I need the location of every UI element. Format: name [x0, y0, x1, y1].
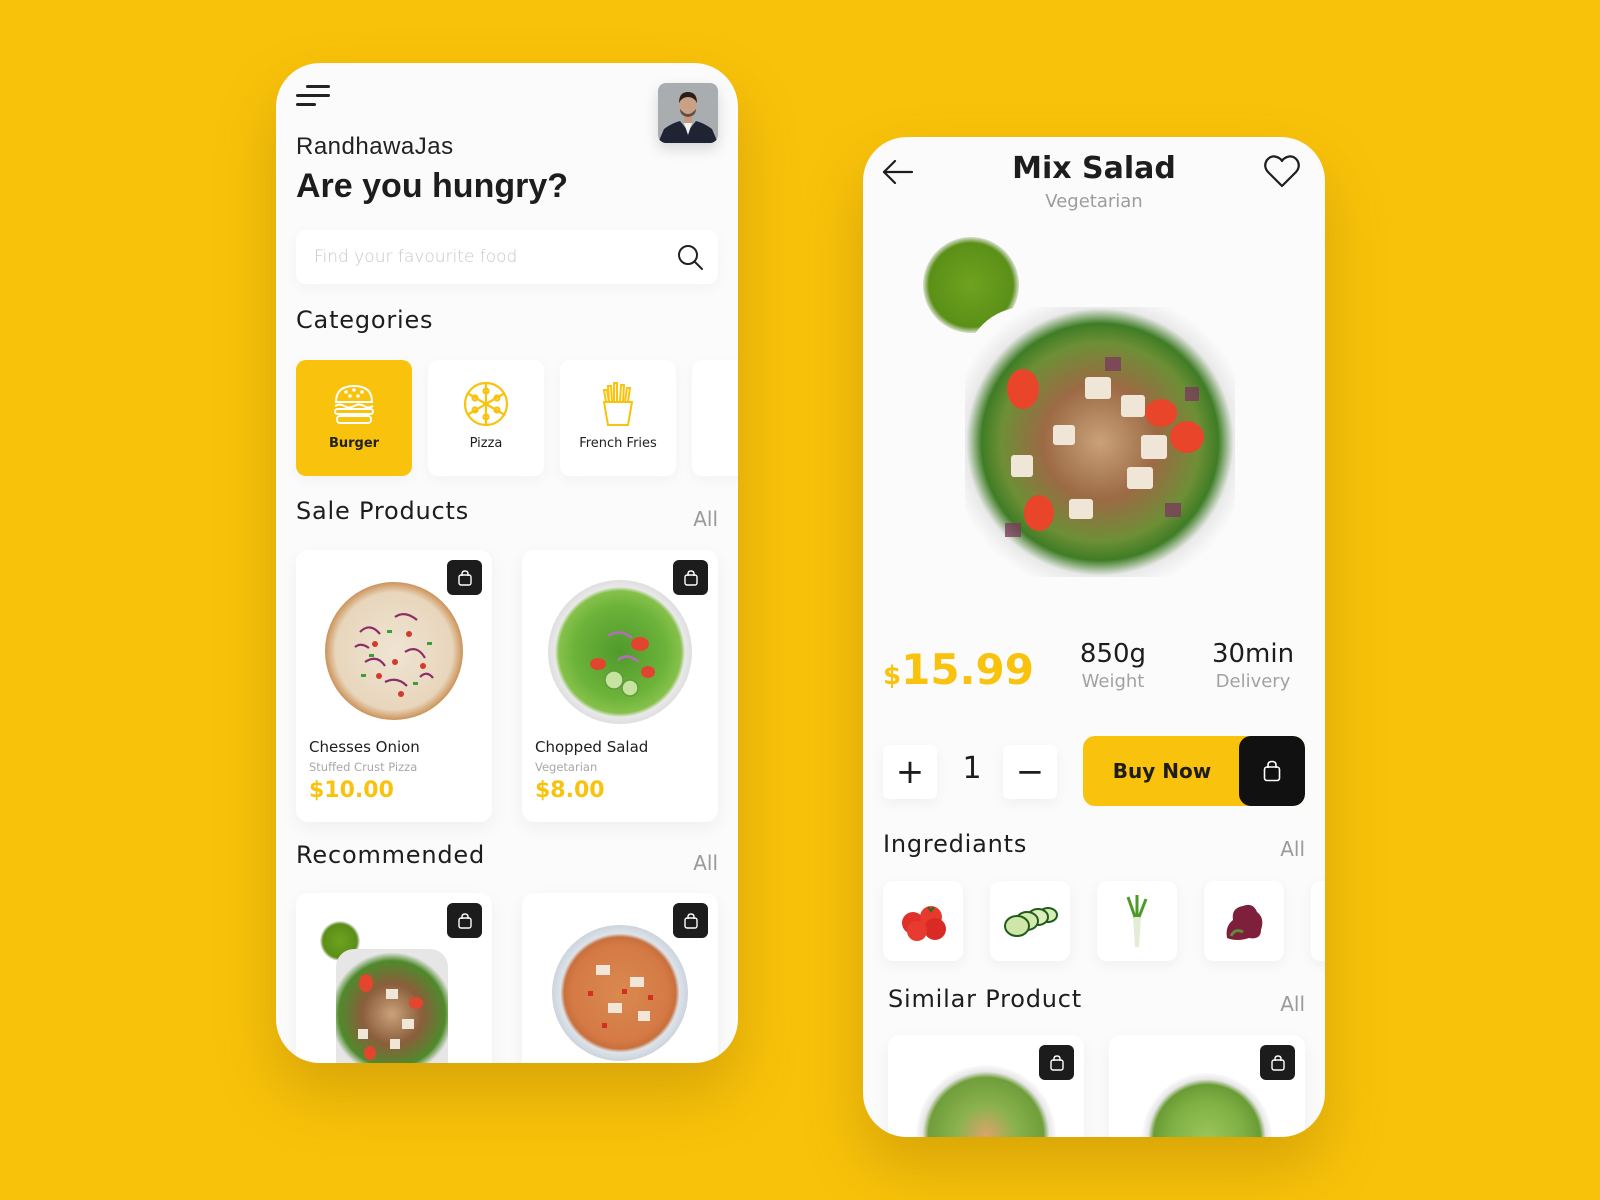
product-name: Chesses Onion: [309, 738, 420, 756]
delivery-label: Delivery: [1215, 671, 1291, 692]
caesar-salad-chicken-image: [916, 1065, 1056, 1137]
shopping-bag-icon: [1263, 760, 1281, 782]
heart-icon[interactable]: [1263, 153, 1301, 189]
product-detail-screen: Mix Salad Vegetarian $15.99 850g Weight …: [863, 137, 1325, 1137]
ingredients-list: [883, 881, 1325, 961]
ingredient-more[interactable]: [1311, 881, 1325, 961]
category-label: Burger: [328, 436, 380, 451]
weight-value: 850g: [1079, 639, 1147, 669]
categories-title: Categories: [296, 306, 434, 334]
shopping-bag-icon: [1049, 1054, 1064, 1071]
search-bar: [296, 230, 718, 284]
ingredient-tomato[interactable]: [883, 881, 963, 961]
weight-stat: 850g Weight: [1073, 639, 1153, 692]
category-label: French Fries: [579, 436, 657, 451]
shopping-bag-icon: [457, 912, 472, 929]
add-to-cart-button[interactable]: [1260, 1045, 1295, 1080]
salad-icon: [726, 380, 738, 428]
mix-salad-image: [336, 949, 448, 1063]
category-pizza[interactable]: Pizza: [428, 360, 544, 476]
add-to-cart-button[interactable]: [673, 560, 708, 595]
noodle-plate-image: [552, 925, 688, 1061]
product-hero-image: [923, 237, 1243, 577]
weight-label: Weight: [1081, 671, 1145, 692]
product-price: $15.99: [883, 645, 1034, 694]
recommended-card[interactable]: [296, 893, 492, 1063]
add-to-cart-button[interactable]: [1239, 736, 1305, 806]
product-card[interactable]: Chesses Onion Stuffed Crust Pizza $10.00: [296, 550, 492, 822]
price-currency: $: [883, 661, 902, 691]
search-input[interactable]: [314, 230, 654, 284]
burger-icon: [334, 384, 374, 424]
avatar[interactable]: [658, 83, 718, 143]
recommended-all-link[interactable]: All: [693, 851, 718, 875]
mix-salad-bowl-image: [965, 307, 1235, 577]
category-salad[interactable]: S: [692, 360, 738, 476]
product-card[interactable]: Chopped Salad Vegetarian $8.00: [522, 550, 718, 822]
add-to-cart-button[interactable]: [1039, 1045, 1074, 1080]
shopping-bag-icon: [683, 912, 698, 929]
delivery-value: 30min: [1211, 639, 1295, 669]
price-amount: 15.99: [901, 645, 1034, 694]
recommended-card[interactable]: [522, 893, 718, 1063]
delivery-stat: 30min Delivery: [1203, 639, 1303, 692]
pizza-image: [325, 582, 463, 720]
product-name: Chopped Salad: [535, 738, 649, 756]
category-french-fries[interactable]: French Fries: [560, 360, 676, 476]
french-fries-icon: [602, 382, 634, 426]
product-subtitle: Vegetarian: [535, 760, 598, 774]
buy-now-label: Buy Now: [1112, 759, 1212, 783]
add-to-cart-button[interactable]: [447, 903, 482, 938]
add-to-cart-button[interactable]: [447, 560, 482, 595]
similar-product-card[interactable]: [888, 1035, 1084, 1137]
similar-product-all-link[interactable]: All: [1280, 992, 1305, 1016]
sale-products-all-link[interactable]: All: [693, 507, 718, 531]
ingredient-spring-onion[interactable]: [1097, 881, 1177, 961]
decrease-quantity-button[interactable]: −: [1003, 745, 1057, 799]
shopping-bag-icon: [1270, 1054, 1285, 1071]
recommended-title: Recommended: [296, 841, 486, 869]
ingredients-title: Ingrediants: [883, 830, 1028, 858]
categories-list: Burger Pizza French Fries: [296, 360, 738, 476]
sale-products-title: Sale Products: [296, 497, 470, 525]
ingredient-red-lettuce[interactable]: [1204, 881, 1284, 961]
salad-image: [548, 580, 692, 724]
category-burger[interactable]: Burger: [296, 360, 412, 476]
shopping-bag-icon: [683, 569, 698, 586]
buy-now-button[interactable]: Buy Now: [1083, 736, 1305, 806]
increase-quantity-button[interactable]: +: [883, 745, 937, 799]
product-subtitle: Vegetarian: [1045, 191, 1143, 212]
ingredients-all-link[interactable]: All: [1280, 837, 1305, 861]
hamburger-menu-icon[interactable]: [296, 83, 330, 107]
product-price: $8.00: [535, 778, 605, 803]
product-subtitle: Stuffed Crust Pizza: [309, 760, 418, 774]
similar-product-card[interactable]: [1109, 1035, 1305, 1137]
product-title: Mix Salad: [1012, 151, 1176, 186]
pizza-icon: [463, 381, 509, 427]
caesar-salad-image: [1142, 1073, 1272, 1137]
quantity-value: 1: [962, 751, 982, 786]
page-title: Are you hungry?: [296, 167, 569, 205]
ingredient-cucumber[interactable]: [990, 881, 1070, 961]
home-screen: RandhawaJas Are you hungry? Categories B…: [276, 63, 738, 1063]
username: RandhawaJas: [296, 133, 454, 160]
shopping-bag-icon: [457, 569, 472, 586]
search-icon[interactable]: [676, 243, 704, 271]
similar-product-title: Similar Product: [888, 985, 1082, 1013]
product-price: $10.00: [309, 778, 394, 803]
add-to-cart-button[interactable]: [673, 903, 708, 938]
category-label: Pizza: [469, 436, 503, 451]
